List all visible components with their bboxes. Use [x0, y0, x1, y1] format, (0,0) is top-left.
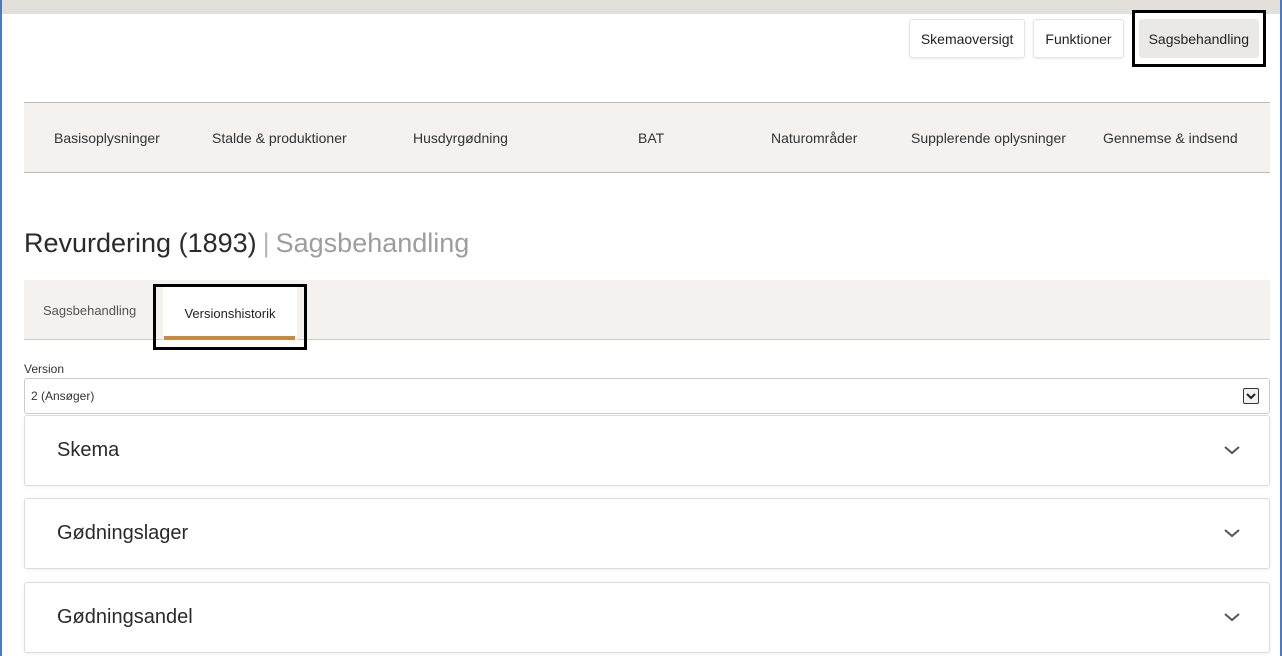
chevron-down-icon[interactable]: [1223, 526, 1241, 540]
funktioner-button[interactable]: Funktioner: [1033, 19, 1124, 58]
funktioner-button-label: Funktioner: [1045, 30, 1112, 47]
page-title-main: Revurdering (1893): [24, 228, 257, 258]
chevron-down-icon[interactable]: [1223, 610, 1241, 624]
version-selected-value: 2 (Ansøger): [31, 389, 95, 403]
sagsbehandling-button-inner: Sagsbehandling: [1138, 19, 1259, 58]
tab-label: Sagsbehandling: [43, 302, 137, 318]
version-label: Version: [24, 362, 65, 376]
chevron-down-icon[interactable]: [1223, 443, 1241, 457]
page-title-separator: |: [262, 228, 270, 258]
nav-item-bat[interactable]: BAT: [638, 103, 664, 172]
nav-item-label: Husdyrgødning: [413, 129, 508, 146]
nav-item-label: Stalde & produktioner: [212, 129, 347, 146]
panel-title: Gødningslager: [57, 522, 189, 544]
tab-label: Versionshistorik: [184, 306, 276, 321]
panel-godningslager[interactable]: Gødningslager: [24, 498, 1270, 569]
chevron-down-icon[interactable]: [1243, 388, 1259, 404]
nav-item-label: BAT: [638, 129, 665, 146]
sagsbehandling-button[interactable]: Sagsbehandling: [1131, 10, 1266, 67]
section-nav: Basisoplysninger Stalde & produktioner H…: [24, 102, 1270, 173]
panel-title: Gødningsandel: [57, 606, 193, 628]
nav-item-basisoplysninger[interactable]: Basisoplysninger: [54, 103, 160, 172]
version-select[interactable]: 2 (Ansøger): [24, 378, 1270, 414]
page-title: Revurdering (1893) | Sagsbehandling: [24, 228, 469, 259]
sagsbehandling-button-label: Sagsbehandling: [1148, 30, 1249, 47]
active-tab-underline: [164, 336, 295, 340]
nav-item-supplerende-oplysninger[interactable]: Supplerende oplysninger: [911, 103, 1066, 172]
nav-item-gennemse-indsend[interactable]: Gennemse & indsend: [1103, 103, 1238, 172]
nav-item-label: Supplerende oplysninger: [911, 129, 1066, 146]
skemaoversigt-button[interactable]: Skemaoversigt: [908, 19, 1026, 58]
nav-item-label: Gennemse & indsend: [1103, 129, 1238, 146]
top-strip: [2, 0, 1280, 14]
nav-item-husdyrgodning[interactable]: Husdyrgødning: [413, 103, 508, 172]
app-frame: Skemaoversigt Funktioner Sagsbehandling …: [0, 0, 1282, 656]
panel-skema[interactable]: Skema: [24, 415, 1270, 486]
skemaoversigt-button-label: Skemaoversigt: [920, 30, 1014, 47]
tab-sagsbehandling[interactable]: Sagsbehandling: [43, 280, 136, 340]
panel-godningsandel[interactable]: Gødningsandel: [24, 582, 1270, 653]
panel-title: Skema: [57, 439, 120, 461]
tab-versionshistorik[interactable]: Versionshistorik: [163, 287, 297, 340]
header-button-group: Skemaoversigt Funktioner Sagsbehandling: [901, 10, 1266, 76]
nav-item-label: Naturområder: [771, 129, 858, 146]
nav-item-label: Basisoplysninger: [54, 129, 160, 146]
page-title-subtitle: Sagsbehandling: [275, 228, 470, 258]
nav-item-naturomrader[interactable]: Naturområder: [771, 103, 857, 172]
nav-item-stalde-produktioner[interactable]: Stalde & produktioner: [212, 103, 347, 172]
